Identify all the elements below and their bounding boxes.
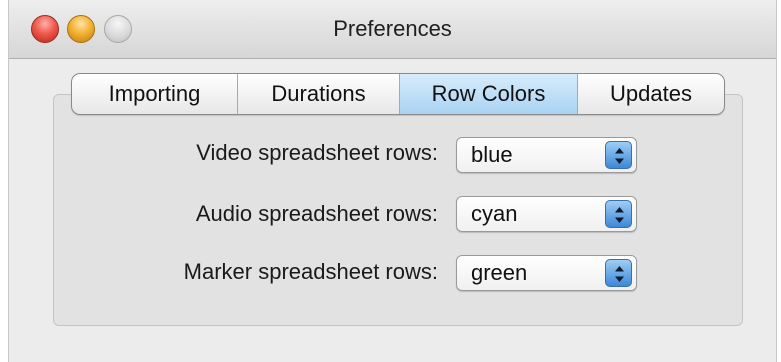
audio-rows-color-select[interactable]: cyan [456, 196, 637, 232]
title-bar[interactable]: Preferences [9, 0, 776, 59]
video-rows-value: blue [471, 142, 513, 167]
tab-row-colors[interactable]: Row Colors [400, 74, 578, 114]
tab-updates[interactable]: Updates [578, 74, 724, 114]
up-down-arrows-icon [605, 259, 632, 287]
marker-rows-value: green [471, 260, 528, 285]
audio-rows-value: cyan [471, 201, 518, 226]
video-rows-color-select[interactable]: blue [456, 137, 637, 173]
marker-rows-color-select[interactable]: green [456, 255, 637, 291]
tab-bar: Importing Durations Row Colors Updates [71, 73, 725, 115]
tab-importing[interactable]: Importing [72, 74, 238, 114]
video-rows-label: Video spreadsheet rows: [196, 140, 438, 165]
window-title: Preferences [333, 16, 452, 41]
marker-rows-label: Marker spreadsheet rows: [183, 259, 438, 284]
up-down-arrows-icon [605, 141, 632, 169]
preferences-window: Preferences Importing Durations Row Colo… [8, 0, 777, 362]
audio-rows-label: Audio spreadsheet rows: [195, 201, 438, 226]
up-down-arrows-icon [605, 200, 632, 228]
tab-durations[interactable]: Durations [238, 74, 400, 114]
